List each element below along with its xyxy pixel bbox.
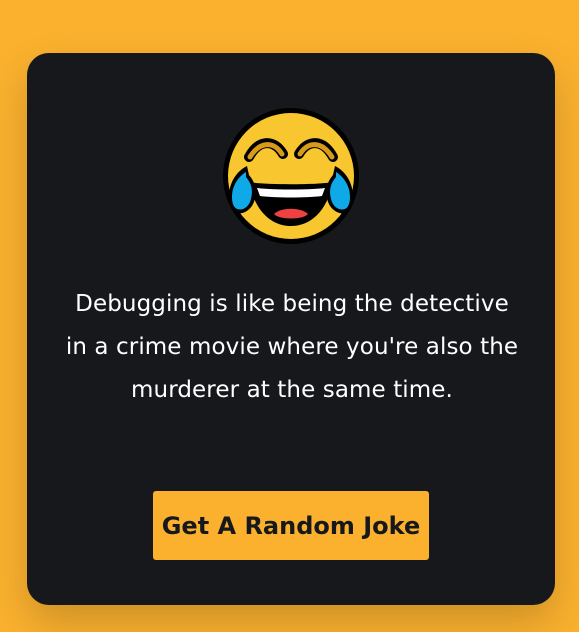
joke-card: Debugging is like being the detective in…: [27, 53, 555, 605]
joke-text: Debugging is like being the detective in…: [65, 291, 519, 403]
face-with-tears-of-joy-icon: [219, 104, 363, 248]
get-random-joke-button[interactable]: Get A Random Joke: [153, 491, 429, 560]
